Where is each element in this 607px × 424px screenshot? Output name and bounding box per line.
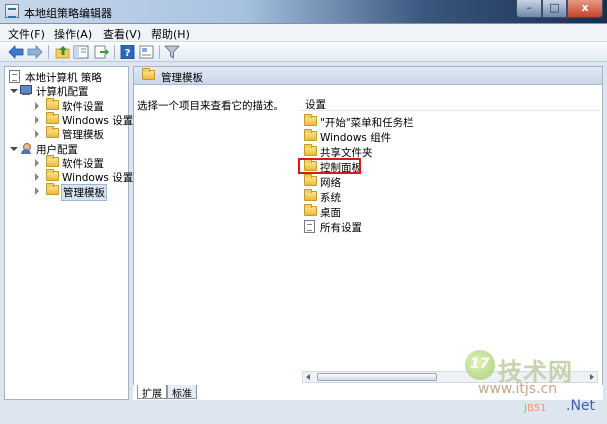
- tree-label: 软件设置: [62, 101, 104, 113]
- toolbar-separator: [48, 45, 49, 59]
- scroll-thumb[interactable]: [317, 373, 437, 381]
- tree-label: Windows 设置: [62, 172, 134, 184]
- title-bar: 本地组策略编辑器 – □ x: [0, 0, 607, 24]
- help-icon[interactable]: ?: [120, 45, 136, 59]
- folder-icon: [46, 126, 59, 138]
- list-item-label: "开始"菜单和任务栏: [320, 117, 414, 129]
- tree-pane[interactable]: 本地计算机 策略 计算机配置 软件设置 Windows 设置 管理模板 用户配置…: [4, 66, 133, 400]
- folder-icon: [46, 155, 59, 167]
- scroll-right-icon[interactable]: [590, 374, 594, 380]
- menu-bar: 文件(F) 操作(A) 查看(V) 帮助(H): [0, 24, 607, 42]
- folder-icon: [304, 129, 317, 141]
- column-header-label: 设置: [305, 99, 326, 111]
- highlight-annotation: [298, 158, 361, 174]
- filter-icon[interactable]: [164, 45, 180, 59]
- tree-item-computer-config[interactable]: 计算机配置: [9, 84, 127, 98]
- tree-item-local-policy[interactable]: 本地计算机 策略: [9, 70, 127, 84]
- detail-header-title: 管理模板: [161, 72, 203, 84]
- folder-icon: [46, 112, 59, 124]
- column-header-setting[interactable]: 设置: [300, 94, 600, 111]
- tree-label: 用户配置: [36, 144, 78, 156]
- description-text: 选择一个项目来查看它的描述。: [137, 100, 284, 112]
- menu-view[interactable]: 查看(V): [103, 26, 141, 42]
- folder-icon: [304, 144, 317, 156]
- collapse-arrow-icon[interactable]: [35, 130, 39, 138]
- folder-icon: [142, 68, 155, 80]
- status-bar: [0, 402, 607, 424]
- tree-label: Windows 设置: [62, 115, 134, 127]
- forward-arrow-icon[interactable]: [27, 45, 43, 59]
- list-item-label: 网络: [320, 177, 341, 189]
- user-icon: [20, 143, 33, 155]
- tab-standard[interactable]: 标准: [167, 385, 197, 400]
- properties-icon[interactable]: [139, 45, 155, 59]
- window-title: 本地组策略编辑器: [24, 7, 112, 20]
- toolbar: ?: [0, 42, 607, 62]
- folder-icon: [304, 174, 317, 186]
- tree-label: 管理模板: [61, 184, 107, 201]
- tree-item-user-windows[interactable]: Windows 设置: [9, 169, 133, 184]
- toolbar-separator: [114, 45, 115, 59]
- tab-extended[interactable]: 扩展: [137, 385, 167, 400]
- close-button[interactable]: x: [567, 0, 603, 18]
- collapse-arrow-icon[interactable]: [35, 159, 39, 167]
- minimize-button[interactable]: –: [516, 0, 542, 18]
- folder-icon: [304, 204, 317, 216]
- list-item-label: 系统: [320, 192, 341, 204]
- collapse-arrow-icon[interactable]: [35, 173, 39, 181]
- collapse-arrow-icon[interactable]: [35, 187, 39, 195]
- watermark-small: JB51: [524, 403, 547, 414]
- list-item[interactable]: 桌面: [302, 204, 462, 219]
- tree-label: 管理模板: [62, 129, 104, 141]
- show-hide-tree-icon[interactable]: [73, 45, 89, 59]
- menu-action[interactable]: 操作(A): [54, 26, 92, 42]
- tree-item-user-config[interactable]: 用户配置: [9, 142, 127, 156]
- list-item[interactable]: "开始"菜单和任务栏: [302, 114, 462, 129]
- folder-icon: [46, 169, 59, 181]
- collapse-arrow-icon[interactable]: [35, 102, 39, 110]
- expand-arrow-icon[interactable]: [10, 89, 18, 93]
- list-item-label: 所有设置: [320, 222, 362, 234]
- detail-header: 管理模板: [134, 67, 602, 85]
- menu-help[interactable]: 帮助(H): [151, 26, 190, 42]
- scroll-left-icon[interactable]: [306, 374, 310, 380]
- policy-document-icon: [9, 70, 20, 83]
- folder-icon: [46, 98, 59, 110]
- maximize-button[interactable]: □: [542, 0, 567, 18]
- up-folder-icon[interactable]: [55, 45, 71, 59]
- list-item[interactable]: 系统: [302, 189, 462, 204]
- list-item[interactable]: 所有设置: [302, 220, 462, 234]
- document-icon: [304, 220, 315, 233]
- folder-icon: [46, 183, 59, 195]
- watermark-number: 17: [470, 356, 490, 372]
- toolbar-separator: [159, 45, 160, 59]
- folder-icon: [304, 189, 317, 201]
- export-list-icon[interactable]: [93, 45, 109, 59]
- tree-item-user-admin-templates[interactable]: 管理模板: [9, 183, 127, 201]
- collapse-arrow-icon[interactable]: [35, 116, 39, 124]
- list-item-label: Windows 组件: [320, 132, 392, 144]
- tree-item-computer-admin-templates[interactable]: 管理模板: [9, 126, 127, 141]
- tree-label: 计算机配置: [36, 86, 89, 98]
- gpedit-app-icon: [5, 4, 19, 18]
- tree-item-computer-windows[interactable]: Windows 设置: [9, 112, 133, 127]
- menu-file[interactable]: 文件(F): [8, 26, 45, 42]
- list-item[interactable]: Windows 组件: [302, 129, 462, 144]
- back-arrow-icon[interactable]: [8, 45, 24, 59]
- svg-text:?: ?: [125, 48, 131, 59]
- tree-label: 软件设置: [62, 158, 104, 170]
- computer-icon: [20, 85, 33, 96]
- expand-arrow-icon[interactable]: [10, 147, 18, 151]
- list-item[interactable]: 网络: [302, 174, 462, 189]
- list-item[interactable]: 共享文件夹: [302, 144, 462, 159]
- folder-icon: [304, 114, 317, 126]
- watermark-net: .Net: [566, 398, 596, 414]
- watermark-url: www.itjs.cn: [478, 381, 558, 397]
- tree-item-computer-software[interactable]: 软件设置: [9, 98, 127, 113]
- tree-label: 本地计算机 策略: [25, 72, 102, 84]
- list-item-label: 桌面: [320, 207, 341, 219]
- tree-item-user-software[interactable]: 软件设置: [9, 155, 127, 170]
